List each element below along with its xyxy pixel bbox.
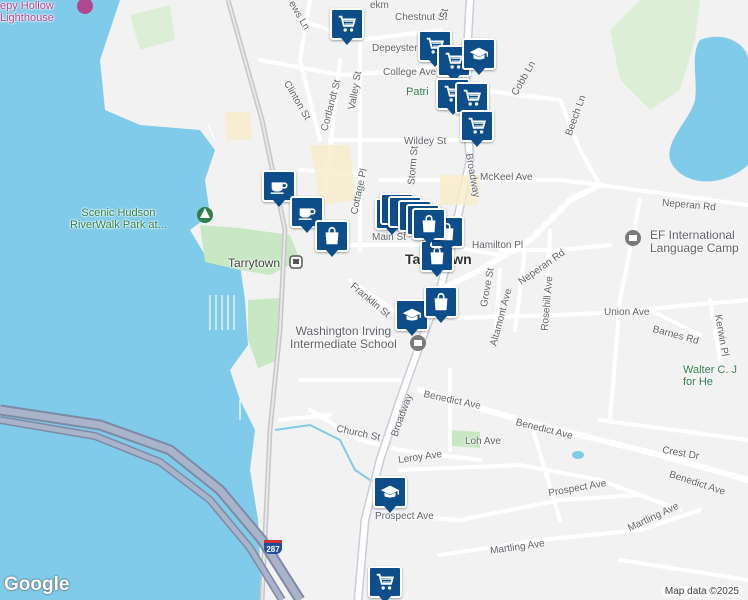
graduation-cap-icon <box>401 304 423 326</box>
shopping-bag-icon <box>321 225 343 247</box>
map-pin-shopping-bag[interactable] <box>412 208 446 245</box>
map-pin-shopping-bag[interactable] <box>424 286 458 323</box>
place-label-ef-camp[interactable]: EF International Language Camp <box>650 229 739 255</box>
cart-icon <box>466 115 488 137</box>
cart-icon <box>336 13 358 35</box>
map-attribution[interactable]: Map data ©2025 <box>661 586 742 597</box>
coffee-cup-icon <box>268 175 290 197</box>
google-logo: Google <box>4 574 70 595</box>
cart-icon <box>461 87 483 109</box>
shopping-bag-icon <box>418 213 440 235</box>
street-label-mckeel: McKeel Ave <box>480 172 533 183</box>
street-label-loh: Loh Ave <box>465 436 501 447</box>
street-label-hamilton: Hamilton Pl <box>472 240 524 251</box>
map-pin-cart[interactable] <box>460 110 494 147</box>
graduation-cap-icon <box>379 481 401 503</box>
map-pin-shopping-bag[interactable] <box>315 220 349 257</box>
map-pin-cart[interactable] <box>330 8 364 45</box>
map-pin-cart[interactable] <box>368 566 402 600</box>
street-label-st: St <box>438 7 451 20</box>
place-label-patri: Patri <box>406 86 429 98</box>
street-label-college: College Ave <box>383 67 437 78</box>
place-label-school[interactable]: Washington Irving Intermediate School <box>290 325 397 351</box>
cart-icon <box>374 571 396 593</box>
map-canvas[interactable]: Chestnut St Depeyster St College Ave Cob… <box>0 0 748 600</box>
place-label-riverwalk-park[interactable]: Scenic Hudson RiverWalk Park at... <box>70 207 167 231</box>
place-label-walter[interactable]: Walter C. J for He <box>683 364 737 388</box>
map-pin-graduation-cap[interactable] <box>373 476 407 513</box>
highway-shield-287: 287 <box>264 540 282 554</box>
map-pin-graduation-cap[interactable] <box>462 38 496 75</box>
shopping-bag-icon <box>430 291 452 313</box>
graduation-cap-icon <box>468 43 490 65</box>
street-label-ekm: ekm <box>370 0 389 11</box>
street-label-union: Union Ave <box>604 307 650 318</box>
place-label-lighthouse[interactable]: epy Hollow Lighthouse <box>0 0 54 24</box>
coffee-cup-icon <box>296 201 318 223</box>
place-label-tarrytown-station[interactable]: Tarrytown <box>228 256 280 270</box>
